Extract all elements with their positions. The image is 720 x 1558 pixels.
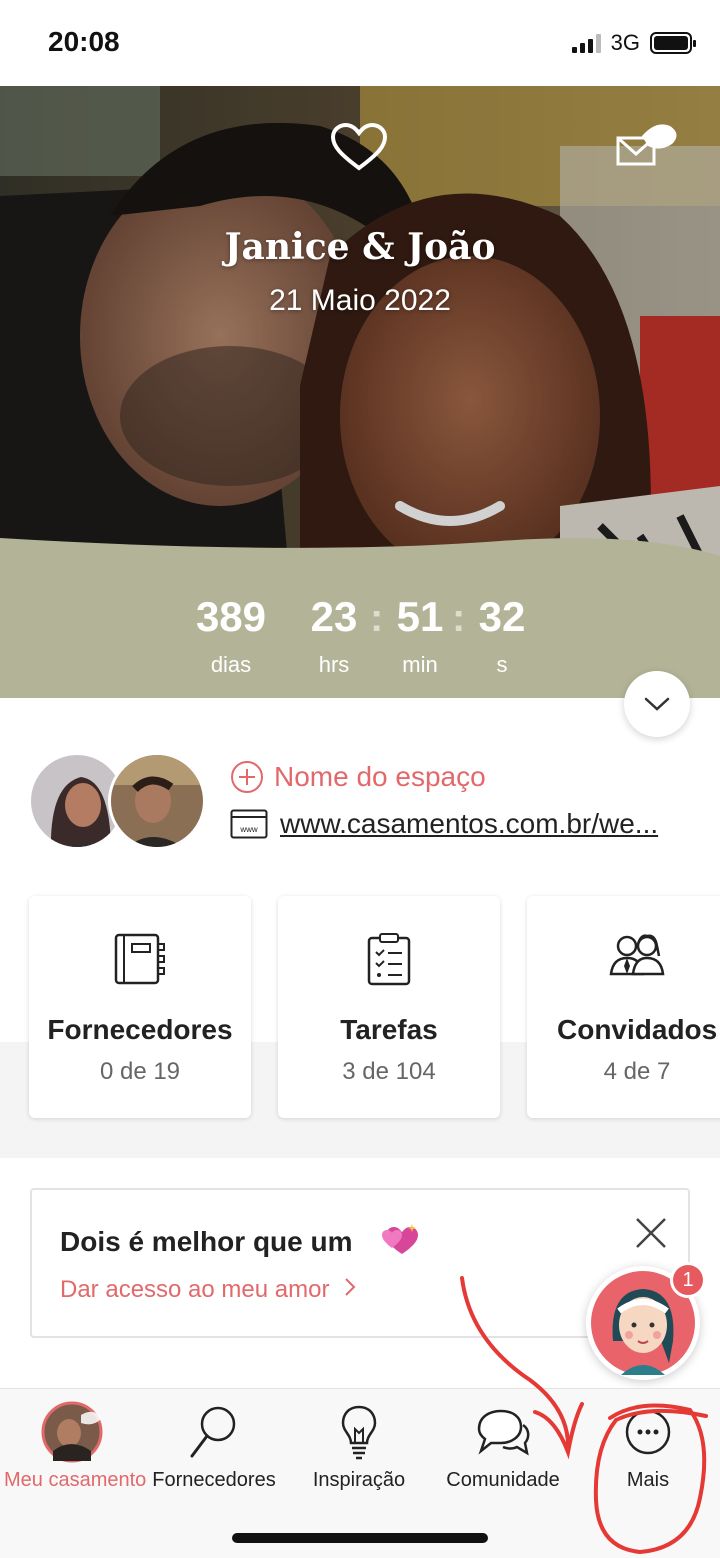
card-title: Convidados [557, 1014, 718, 1045]
hours-value: 23 [310, 593, 358, 640]
seconds-label: s [496, 652, 508, 677]
countdown-separator: : [452, 596, 466, 640]
seconds-value: 32 [478, 593, 526, 640]
hero-banner[interactable]: Janice & João 21 Maio 2022 389 dias 23 h… [0, 86, 720, 698]
nav-label: Meu casamento [4, 1469, 147, 1491]
give-access-label: Dar acesso ao meu amor [60, 1276, 330, 1303]
nav-mais[interactable]: Mais [592, 1399, 704, 1492]
countdown-minutes: 51 min [392, 596, 448, 678]
card-count: 3 de 104 [342, 1058, 436, 1085]
notebook-icon [29, 932, 251, 986]
status-bar: 20:08 3G [0, 0, 720, 86]
chevron-down-icon [644, 697, 670, 711]
battery-icon [650, 32, 696, 54]
countdown-seconds: 32 s [474, 596, 530, 678]
nav-label: Fornecedores [152, 1469, 276, 1491]
card-count: 4 de 7 [603, 1058, 671, 1085]
website-icon: www [230, 809, 268, 839]
plus-circle-icon [231, 761, 263, 793]
countdown-days: 389 dias [186, 596, 276, 678]
chat-bubbles-icon [438, 1399, 568, 1465]
card-title: Fornecedores [47, 1014, 233, 1045]
nav-meu-casamento[interactable]: Meu casamento [4, 1399, 147, 1492]
days-label: dias [210, 652, 252, 677]
card-count: 0 de 19 [99, 1058, 181, 1085]
signal-icon [571, 33, 601, 53]
banner-title: Dois é melhor que um [60, 1226, 353, 1257]
venue-label: Nome do espaço [274, 761, 486, 792]
countdown: 389 dias 23 hrs : 51 min : 32 s [0, 538, 720, 698]
checklist-icon [278, 932, 500, 986]
svg-text:www: www [239, 825, 258, 834]
profile-photo-icon [4, 1399, 140, 1465]
guests-icon [537, 932, 720, 976]
days-value: 389 [195, 593, 267, 640]
more-icon [592, 1399, 704, 1465]
nav-label: Comunidade [446, 1469, 560, 1491]
assistant-chat-button[interactable]: 1 [586, 1262, 706, 1380]
chevron-right-icon [344, 1276, 356, 1304]
network-type: 3G [610, 30, 640, 55]
website-link[interactable]: www www.casamentos.com.br/we... [230, 808, 700, 840]
website-url: www.casamentos.com.br/we... [280, 808, 659, 839]
expand-button[interactable] [624, 671, 690, 737]
avatar-groom[interactable] [108, 752, 206, 850]
lightbulb-icon [296, 1399, 422, 1465]
countdown-separator: : [370, 596, 384, 640]
status-time: 20:08 [48, 26, 120, 57]
nav-label: Inspiração [312, 1469, 406, 1491]
envelope-icon[interactable] [612, 116, 686, 176]
status-indicators: 3G [571, 30, 696, 56]
home-indicator [232, 1533, 488, 1543]
couple-names: Janice & João [224, 226, 496, 268]
hours-label: hrs [318, 652, 350, 677]
heart-outline-icon[interactable] [330, 122, 388, 177]
notification-badge: 1 [670, 1262, 706, 1298]
add-venue-button[interactable]: Nome do espaço [230, 760, 486, 794]
sparkling-hearts-icon [380, 1222, 420, 1263]
nav-comunidade[interactable]: Comunidade [438, 1399, 568, 1492]
couple-avatars[interactable] [28, 752, 208, 852]
card-convidados[interactable]: Convidados 4 de 7 [527, 896, 720, 1118]
search-icon [148, 1399, 280, 1465]
nav-fornecedores[interactable]: Fornecedores [148, 1399, 280, 1492]
minutes-label: min [402, 652, 438, 677]
minutes-value: 51 [396, 593, 444, 640]
nav-label: Mais [626, 1469, 670, 1491]
card-title: Tarefas [340, 1014, 438, 1045]
card-fornecedores[interactable]: Fornecedores 0 de 19 [29, 896, 251, 1118]
give-access-link[interactable]: Dar acesso ao meu amor [60, 1276, 356, 1304]
countdown-hours: 23 hrs [304, 596, 364, 678]
nav-inspiracao[interactable]: Inspiração [296, 1399, 422, 1492]
card-tarefas[interactable]: Tarefas 3 de 104 [278, 896, 500, 1118]
close-icon[interactable] [634, 1216, 668, 1255]
wedding-date: 21 Maio 2022 [269, 284, 451, 317]
